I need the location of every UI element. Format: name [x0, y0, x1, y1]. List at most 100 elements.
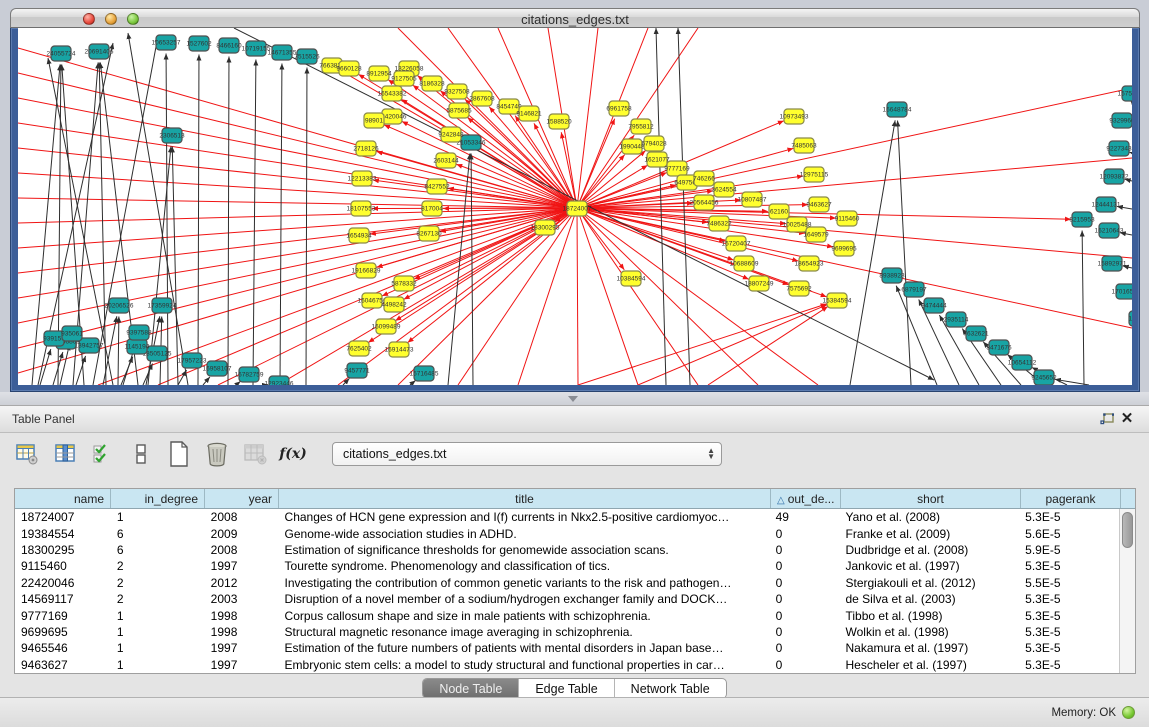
- table-cell[interactable]: 9463627: [15, 658, 111, 672]
- graph-node[interactable]: 10719155: [242, 41, 271, 56]
- table-cell[interactable]: Hescheler et al. (1997): [840, 658, 1020, 672]
- graph-node[interactable]: 10654112: [1008, 355, 1037, 370]
- graph-node[interactable]: 98901: [364, 113, 384, 128]
- table-cell[interactable]: 6: [111, 543, 205, 557]
- column-header-pagerank[interactable]: pagerank: [1021, 489, 1121, 508]
- close-panel-button[interactable]: ✕: [1117, 410, 1137, 428]
- table-cell[interactable]: 0: [770, 641, 840, 655]
- table-cell[interactable]: 0: [770, 527, 840, 541]
- table-cell[interactable]: 5.3E-5: [1019, 559, 1119, 573]
- graph-node[interactable]: 7575692: [786, 281, 812, 296]
- graph-node[interactable]: 12975115: [800, 167, 829, 182]
- table-cell[interactable]: Estimation of the future numbers of pati…: [279, 641, 770, 655]
- float-panel-button[interactable]: [1097, 410, 1117, 428]
- table-cell[interactable]: 9115460: [15, 559, 111, 573]
- graph-node[interactable]: 7485063: [791, 138, 817, 153]
- graph-node[interactable]: 2867608: [469, 91, 495, 106]
- graph-node[interactable]: 9146821: [516, 106, 542, 121]
- table-cell[interactable]: de Silva et al. (2003): [840, 592, 1020, 606]
- table-cell[interactable]: 6: [111, 527, 205, 541]
- graph-node[interactable]: 7486322: [706, 216, 732, 231]
- graph-node[interactable]: 15892971: [1098, 256, 1127, 271]
- delete-column-button[interactable]: [242, 441, 268, 467]
- table-cell[interactable]: 5.3E-5: [1019, 609, 1119, 623]
- graph-node[interactable]: 15720407: [722, 236, 751, 251]
- table-row[interactable]: 1872400712008Changes of HCN gene express…: [15, 509, 1119, 525]
- graph-node[interactable]: 20564456: [690, 195, 719, 210]
- table-cell[interactable]: 22420046: [15, 576, 111, 590]
- table-row[interactable]: 1456911722003Disruption of a novel membe…: [15, 591, 1119, 607]
- splitter-handle-icon[interactable]: [568, 396, 578, 402]
- graph-node[interactable]: 20691406: [85, 44, 114, 59]
- graph-node[interactable]: 9660128: [336, 61, 362, 76]
- graph-node[interactable]: 18654923: [795, 256, 824, 271]
- graph-node[interactable]: 6879197: [901, 282, 927, 297]
- table-cell[interactable]: 0: [770, 543, 840, 557]
- graph-node[interactable]: 14671355: [268, 45, 297, 60]
- graph-node[interactable]: 2603144: [433, 153, 459, 168]
- table-cell[interactable]: 19384554: [15, 527, 111, 541]
- table-row[interactable]: 1938455462009Genome-wide association stu…: [15, 525, 1119, 541]
- table-cell[interactable]: 2: [111, 559, 205, 573]
- table-cell[interactable]: 1997: [205, 641, 279, 655]
- graph-node[interactable]: 8267130: [416, 226, 442, 241]
- window-titlebar[interactable]: citations_edges.txt: [10, 8, 1140, 28]
- graph-node[interactable]: 7632621: [963, 326, 989, 341]
- graph-node[interactable]: 1588520: [546, 114, 572, 129]
- table-row[interactable]: 977716911998Corpus callosum shape and si…: [15, 607, 1119, 623]
- table-cell[interactable]: 2: [111, 576, 205, 590]
- graph-node[interactable]: 1649579: [803, 227, 829, 242]
- table-cell[interactable]: 2008: [205, 543, 279, 557]
- graph-node[interactable]: 16958107: [203, 361, 232, 376]
- table-cell[interactable]: 0: [770, 592, 840, 606]
- table-cell[interactable]: 2003: [205, 592, 279, 606]
- table-cell[interactable]: Structural magnetic resonance image aver…: [279, 625, 770, 639]
- graph-node[interactable]: 9699695: [831, 241, 857, 256]
- graph-node[interactable]: 9457771: [344, 363, 370, 378]
- table-cell[interactable]: 0: [770, 559, 840, 573]
- table-cell[interactable]: 2009: [205, 527, 279, 541]
- graph-node[interactable]: 9242848: [438, 127, 464, 142]
- graph-node[interactable]: 9115460: [835, 211, 860, 226]
- graph-node[interactable]: 8466160: [216, 38, 242, 53]
- table-cell[interactable]: 1: [111, 658, 205, 672]
- graph-node[interactable]: 1145194: [125, 339, 150, 354]
- graph-node[interactable]: 16210643: [1095, 223, 1124, 238]
- panel-splitter[interactable]: [0, 392, 1149, 405]
- graph-node[interactable]: 9327508: [444, 84, 470, 99]
- column-header-short[interactable]: short: [841, 489, 1021, 508]
- graph-node[interactable]: 10807487: [738, 192, 767, 207]
- table-cell[interactable]: Nakamura et al. (1997): [840, 641, 1020, 655]
- table-cell[interactable]: 5.3E-5: [1019, 510, 1119, 524]
- graph-node[interactable]: 8427552: [424, 179, 450, 194]
- graph-node[interactable]: 16543382: [378, 86, 407, 101]
- graph-node[interactable]: 15716485: [410, 366, 439, 381]
- table-cell[interactable]: Dudbridge et al. (2008): [840, 543, 1020, 557]
- table-cell[interactable]: 0: [770, 609, 840, 623]
- column-header-in_degree[interactable]: in_degree: [111, 489, 205, 508]
- table-cell[interactable]: Wolkin et al. (1998): [840, 625, 1020, 639]
- table-cell[interactable]: Stergiakouli et al. (2012): [840, 576, 1020, 590]
- graph-node[interactable]: 1527602: [186, 36, 212, 51]
- table-cell[interactable]: 18724007: [15, 510, 111, 524]
- graph-node[interactable]: 15751074: [1118, 86, 1132, 101]
- graph-node[interactable]: 12923446: [265, 376, 294, 385]
- table-cell[interactable]: Estimation of significance thresholds fo…: [279, 543, 770, 557]
- table-cell[interactable]: 2: [111, 592, 205, 606]
- graph-node[interactable]: 10653257: [152, 35, 181, 50]
- graph-node[interactable]: 17957223: [178, 353, 207, 368]
- table-cell[interactable]: Yano et al. (2008): [840, 510, 1020, 524]
- table-cell[interactable]: 5.3E-5: [1019, 658, 1119, 672]
- graph-node[interactable]: 8215953: [1069, 212, 1095, 227]
- graph-node[interactable]: 9245652: [1031, 370, 1057, 385]
- graph-node[interactable]: 9227343: [1106, 141, 1132, 156]
- graph-node[interactable]: 17016504: [1112, 284, 1132, 299]
- graph-node[interactable]: 9463627: [806, 197, 832, 212]
- graph-node[interactable]: 4498242: [381, 297, 407, 312]
- table-cell[interactable]: 49: [770, 510, 840, 524]
- scrollbar-thumb[interactable]: [1122, 512, 1133, 548]
- tab-network-table[interactable]: Network Table: [615, 679, 726, 698]
- graph-node[interactable]: 817004: [421, 201, 443, 216]
- tab-edge-table[interactable]: Edge Table: [519, 679, 614, 698]
- graph-node[interactable]: 2935114: [944, 312, 969, 327]
